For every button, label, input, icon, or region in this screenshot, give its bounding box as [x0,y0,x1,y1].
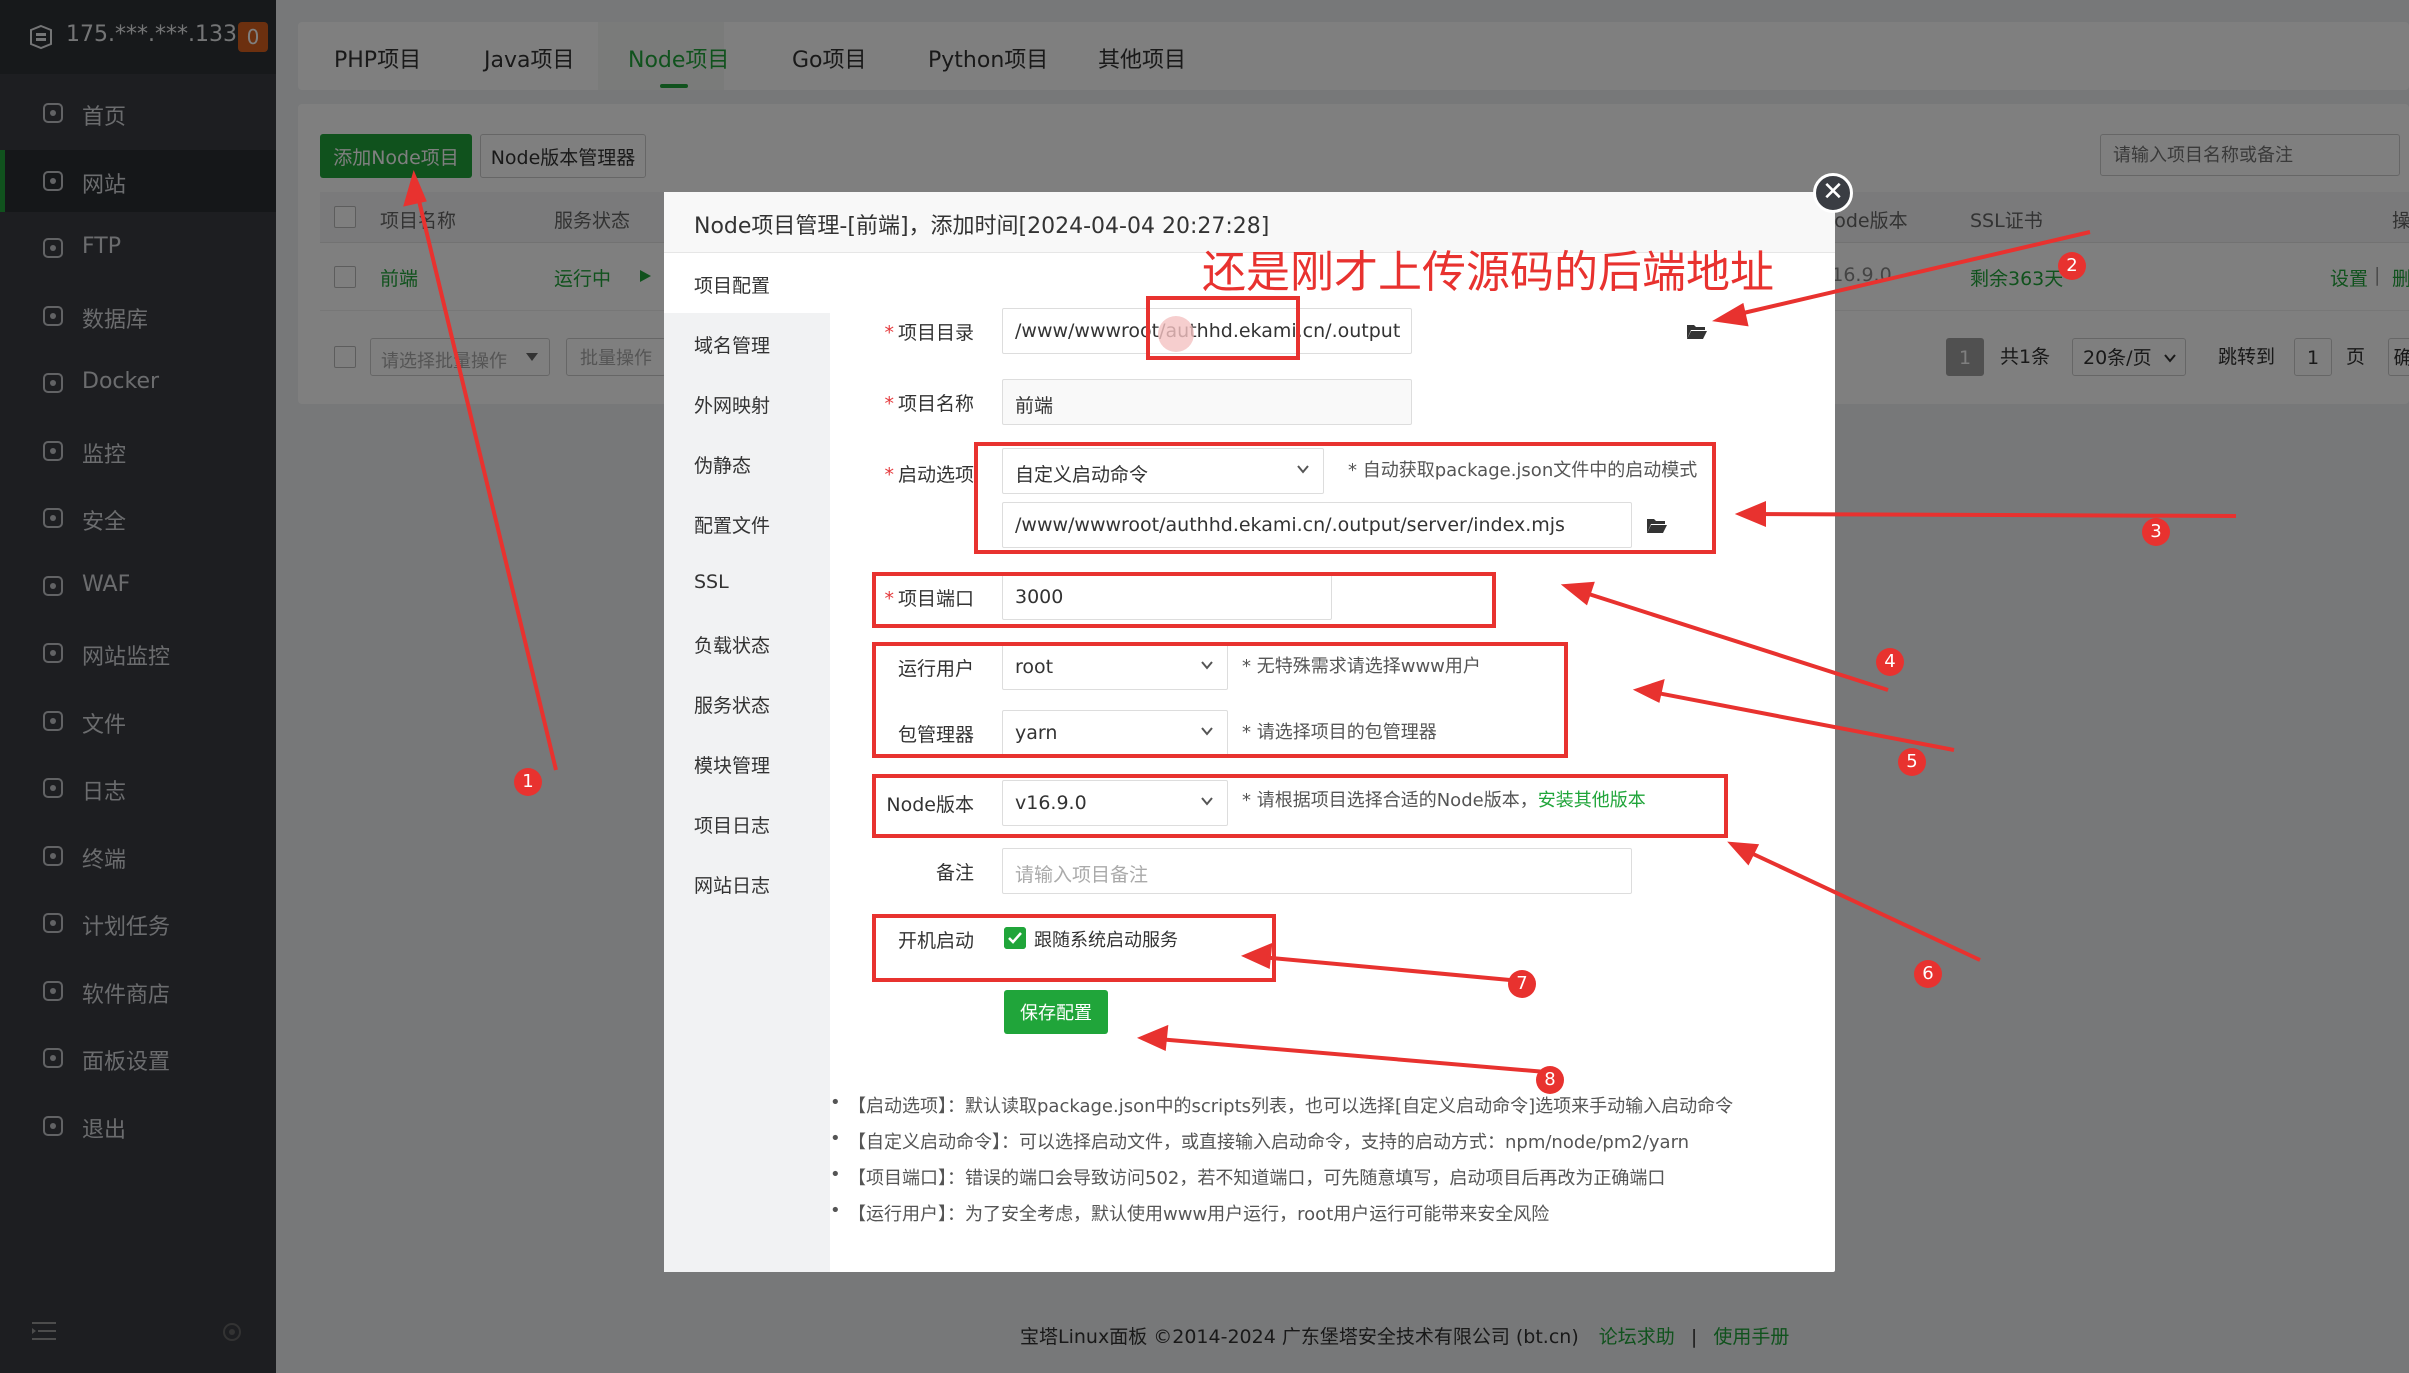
chevron-down-icon [1201,727,1213,736]
node-version-value: v16.9.0 [1015,792,1087,814]
modal-tab-label: 域名管理 [694,335,771,357]
pkg-label: 包管理器 [897,724,974,746]
note-custom-command: 【自定义启动命令】：可以选择启动文件，或直接输入启动命令，支持的启动方式：npm… [830,1128,1689,1154]
node-version-select[interactable]: v16.9.0 [1002,780,1228,826]
folder-open-icon[interactable] [1686,322,1708,340]
marker-4: 4 [1876,648,1904,676]
marker-6: 6 [1914,960,1942,988]
modal-tab[interactable]: SSL [664,553,830,613]
modal-tab[interactable]: 负载状态 [664,613,830,673]
node-project-modal: Node项目管理-[前端]，添加时间[2024-04-04 20:27:28] … [664,192,1835,1272]
modal-tab-label: 配置文件 [694,515,771,537]
modal-title: Node项目管理-[前端]，添加时间[2024-04-04 20:27:28] [694,214,1270,239]
marker-7: 7 [1508,970,1536,998]
project-name-input[interactable]: 前端 [1002,379,1412,425]
annotation-caption: 还是刚才上传源码的后端地址 [1202,247,1774,298]
start-option-select[interactable]: 自定义启动命令 [1002,448,1324,494]
install-other-version-link[interactable]: 安装其他版本 [1538,790,1646,811]
modal-tab-label: 外网映射 [694,395,771,417]
modal-tab[interactable]: 网站日志 [664,853,830,913]
modal-tab-label: 项目配置 [694,275,771,297]
remark-input[interactable]: 请输入项目备注 [1002,848,1632,894]
modal-tab[interactable]: 服务状态 [664,673,830,733]
remark-label: 备注 [935,862,974,884]
user-hint: * 无特殊需求请选择www用户 [1242,656,1481,677]
modal-tab-label: 项目日志 [694,815,771,837]
chevron-down-icon [1297,465,1309,474]
marker-1: 1 [514,768,542,796]
port-label: * 项目端口 [884,588,974,610]
modal-tab-label: SSL [694,571,729,593]
note-start-option: 【启动选项】：默认读取package.json中的scripts列表，也可以选择… [830,1092,1733,1118]
start-hint: * 自动获取package.json文件中的启动模式 [1348,460,1698,481]
start-label: * 启动选项 [884,464,974,486]
modal-tab[interactable]: 外网映射 [664,373,830,433]
modal-tab[interactable]: 域名管理 [664,313,830,373]
modal-side-tabs: 项目配置域名管理外网映射伪静态配置文件 SSL 负载状态服务状态模块管理项目日志网站… [664,253,830,1272]
note-run-user: 【运行用户】：为了安全考虑，默认使用www用户运行，root用户运行可能带来安全… [830,1200,1549,1226]
dir-label: * 项目目录 [884,322,974,344]
boot-label: 开机启动 [897,930,974,952]
marker-2: 2 [2058,252,2086,280]
project-dir-input[interactable]: /www/wwwroot/authhd.ekami.cn/.output [1002,308,1412,354]
project-port-input[interactable]: 3000 [1002,574,1332,620]
modal-tab[interactable]: 模块管理 [664,733,830,793]
package-manager-value: yarn [1015,722,1058,744]
user-label: 运行用户 [897,658,974,680]
close-icon[interactable]: ✕ [1813,173,1853,213]
pkg-hint: * 请选择项目的包管理器 [1242,722,1437,743]
modal-tab-label: 模块管理 [694,755,771,777]
marker-8: 8 [1536,1066,1564,1094]
marker-3: 3 [2142,518,2170,546]
chevron-down-icon [1201,797,1213,806]
marker-5: 5 [1898,748,1926,776]
package-manager-select[interactable]: yarn [1002,710,1228,756]
modal-tab[interactable]: 伪静态 [664,433,830,493]
modal-tab-label: 负载状态 [694,635,771,657]
folder-open-icon[interactable] [1646,516,1668,534]
modal-tab[interactable]: 项目日志 [664,793,830,853]
start-option-value: 自定义启动命令 [1015,464,1149,486]
note-port: 【项目端口】：错误的端口会导致访问502，若不知道端口，可先随意填写，启动项目后… [830,1164,1665,1190]
modal-tab-label: 网站日志 [694,875,771,897]
node-hint: * 请根据项目选择合适的Node版本，安装其他版本 [1242,790,1646,811]
modal-tab[interactable]: 项目配置 [664,253,830,313]
checkmark-icon[interactable] [1004,927,1026,949]
start-command-input[interactable]: /www/wwwroot/authhd.ekami.cn/.output/ser… [1002,502,1632,548]
boot-checkbox-label[interactable]: 跟随系统启动服务 [1034,926,1178,952]
modal-tab-label: 服务状态 [694,695,771,717]
run-user-value: root [1015,656,1054,678]
chevron-down-icon [1201,661,1213,670]
node-label: Node版本 [886,794,974,816]
run-user-select[interactable]: root [1002,644,1228,690]
save-config-button[interactable]: 保存配置 [1004,990,1108,1034]
modal-tab[interactable]: 配置文件 [664,493,830,553]
name-label: * 项目名称 [884,393,974,415]
modal-tab-label: 伪静态 [694,455,752,477]
